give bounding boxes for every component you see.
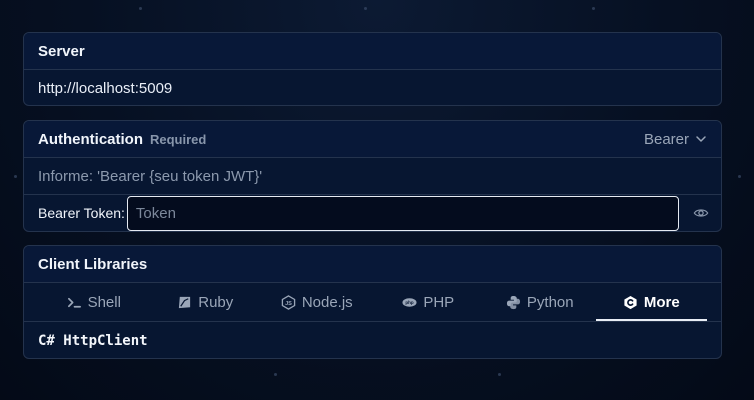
background-dot	[274, 373, 277, 376]
tab-python[interactable]: Python	[484, 283, 596, 321]
background-dot	[14, 175, 17, 178]
background-dot	[139, 7, 142, 10]
selected-client-row: C# HttpClient	[24, 321, 721, 358]
auth-hint-row: Informe: 'Bearer {seu token JWT}'	[24, 157, 721, 194]
tab-label: Shell	[87, 293, 121, 311]
server-title: Server	[38, 42, 85, 60]
tab-more[interactable]: More	[595, 283, 708, 321]
client-libraries-title: Client Libraries	[38, 255, 148, 273]
authentication-title-group: Authentication Required	[38, 131, 206, 148]
client-libraries-header: Client Libraries	[24, 246, 721, 282]
csharp-icon	[624, 295, 637, 309]
server-url-row[interactable]: http://localhost:5009	[24, 69, 721, 105]
tab-label: PHP	[423, 293, 455, 311]
client-libraries-card: Client Libraries Shell Ruby JS Node.js p…	[23, 245, 722, 359]
server-header: Server	[24, 33, 721, 69]
tab-ruby[interactable]: Ruby	[150, 283, 262, 321]
client-tabs: Shell Ruby JS Node.js php PHP Python Mor…	[24, 282, 721, 321]
nodejs-icon: JS	[281, 294, 296, 310]
svg-text:php: php	[406, 300, 414, 305]
tab-label: Python	[526, 293, 574, 311]
tab-label: More	[643, 293, 680, 311]
bearer-token-label: Bearer Token:	[38, 205, 125, 221]
show-token-button[interactable]	[692, 204, 710, 222]
tab-label: Ruby	[198, 293, 234, 311]
background-dot	[738, 175, 741, 178]
background-dot	[364, 7, 367, 10]
tab-shell[interactable]: Shell	[38, 283, 150, 321]
eye-icon	[693, 209, 709, 217]
chevron-down-icon	[696, 136, 706, 142]
php-icon: php	[402, 297, 417, 307]
tab-php[interactable]: php PHP	[373, 283, 485, 321]
background-dot	[498, 373, 501, 376]
svg-text:JS: JS	[285, 300, 292, 306]
authentication-card: Authentication Required Bearer Informe: '…	[23, 120, 722, 232]
auth-hint-text: Informe: 'Bearer {seu token JWT}'	[38, 167, 263, 185]
tab-label: Node.js	[301, 293, 353, 311]
auth-scheme-dropdown[interactable]: Bearer	[644, 131, 707, 148]
background-dot	[592, 7, 595, 10]
required-badge: Required	[150, 131, 207, 147]
ruby-icon	[179, 296, 191, 308]
authentication-header: Authentication Required Bearer	[24, 121, 721, 157]
bearer-token-input[interactable]	[126, 195, 679, 231]
authentication-title: Authentication	[38, 130, 143, 148]
python-icon	[506, 295, 520, 309]
terminal-icon	[67, 297, 81, 308]
selected-client-name: C# HttpClient	[38, 332, 148, 349]
server-card: Server http://localhost:5009	[23, 32, 722, 106]
bearer-token-row: Bearer Token:	[24, 194, 721, 231]
tab-nodejs[interactable]: JS Node.js	[261, 283, 373, 321]
server-url[interactable]: http://localhost:5009	[38, 80, 172, 97]
auth-scheme-value[interactable]: Bearer	[644, 131, 689, 148]
